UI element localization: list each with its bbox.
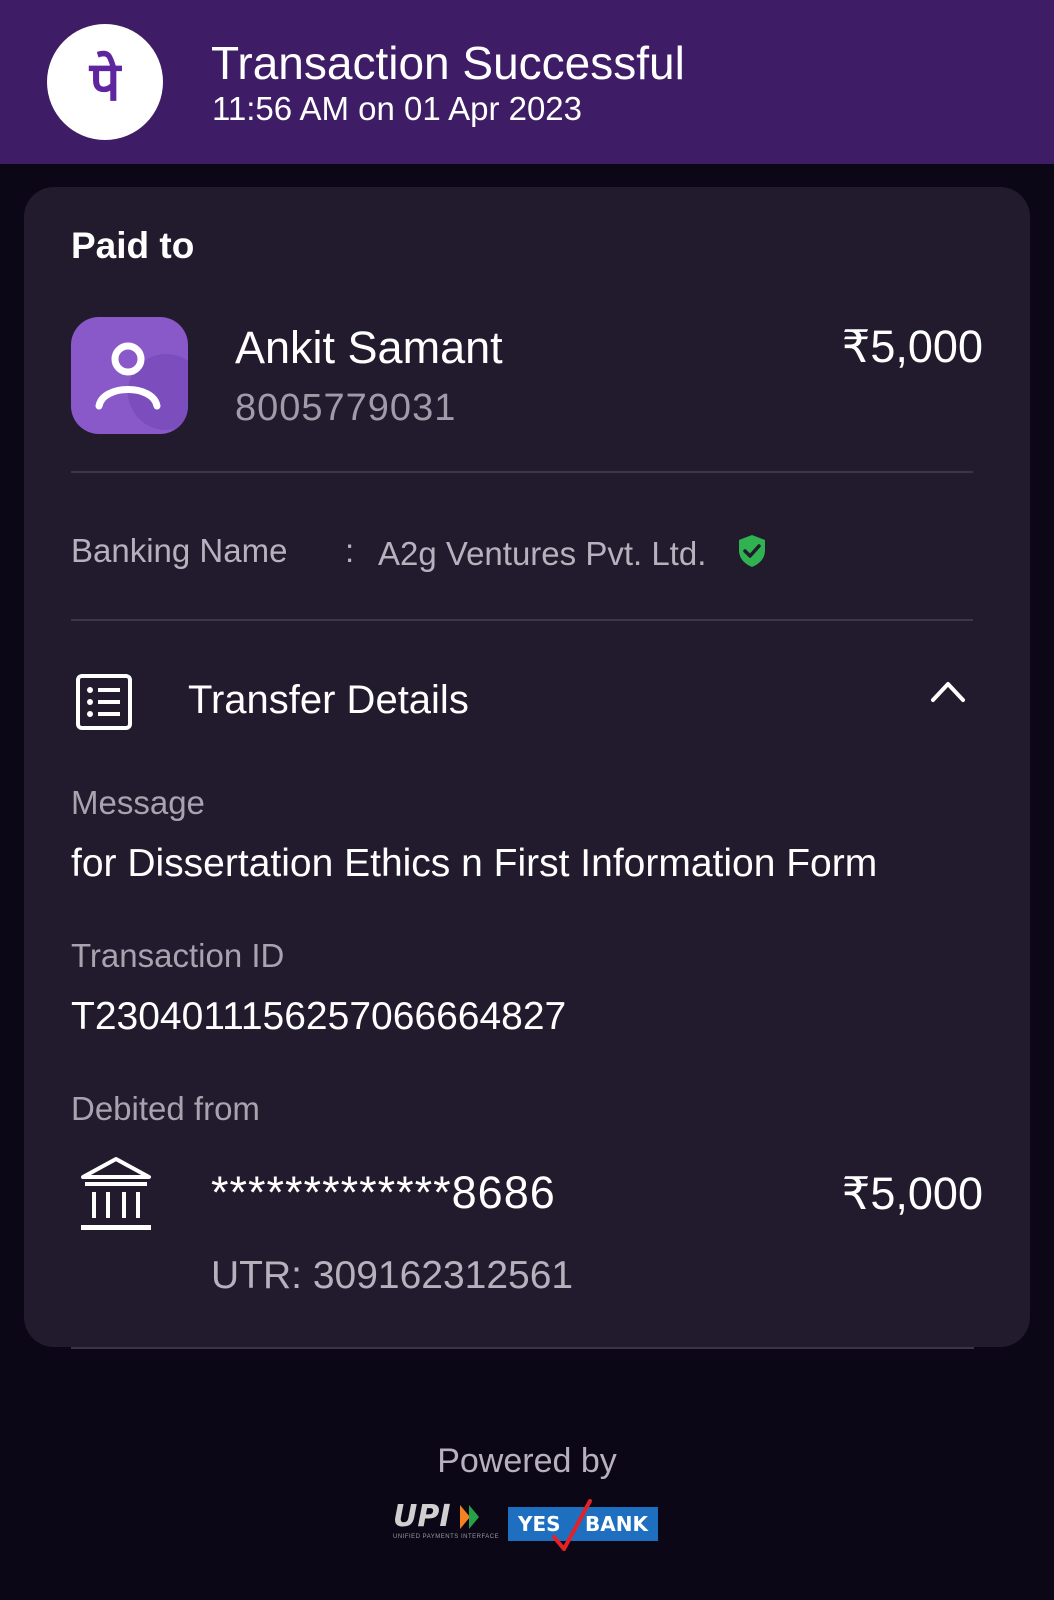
transfer-details-title[interactable]: Transfer Details — [188, 678, 469, 723]
payee-avatar-icon — [71, 317, 188, 434]
transaction-id-value[interactable]: T2304011156257066664827 — [71, 995, 566, 1039]
payee-phone: 8005779031 — [235, 387, 457, 429]
paid-to-label: Paid to — [71, 225, 195, 266]
debited-from-label: Debited from — [71, 1090, 260, 1127]
bank-icon — [79, 1155, 153, 1238]
banking-name-separator: : — [345, 532, 355, 569]
powered-by-label: Powered by — [437, 1442, 617, 1480]
message-value: for Dissertation Ethics n First Informat… — [71, 842, 878, 885]
divider — [71, 1347, 974, 1349]
divider — [71, 619, 973, 621]
divider — [71, 471, 973, 473]
debit-account-number: *************8686 — [211, 1167, 556, 1218]
banking-name-label: Banking Name — [71, 532, 288, 569]
transaction-id-label: Transaction ID — [71, 937, 285, 974]
phonepe-logo-icon: पे — [47, 24, 163, 140]
chevron-up-icon[interactable] — [930, 679, 966, 708]
shield-check-icon — [737, 534, 767, 573]
message-label: Message — [71, 784, 205, 821]
debited-amount: ₹5,000 — [841, 1168, 983, 1219]
banking-name-value: A2g Ventures Pvt. Ltd. — [378, 535, 707, 572]
transaction-status-title: Transaction Successful — [211, 37, 685, 89]
list-details-icon — [76, 674, 132, 735]
yes-bank-logo: YES BANK — [508, 1499, 658, 1551]
transaction-timestamp: 11:56 AM on 01 Apr 2023 — [212, 90, 583, 127]
header-bar: पे Transaction Successful 11:56 AM on 01… — [0, 0, 1054, 164]
payee-name: Ankit Samant — [235, 322, 503, 373]
upi-logo: UPI UNIFIED PAYMENTS INTERFACE — [393, 1499, 500, 1541]
payment-amount: ₹5,000 — [841, 321, 983, 372]
utr-number[interactable]: UTR: 309162312561 — [211, 1254, 573, 1298]
transaction-card: Paid to Ankit Samant 8005779031 ₹5,000 B… — [24, 187, 1030, 1347]
